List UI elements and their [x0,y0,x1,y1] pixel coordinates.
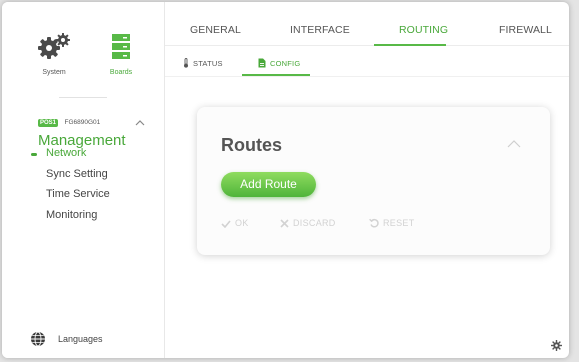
server-rack-icon [112,34,130,59]
active-nav-indicator [31,153,37,156]
nav-item-monitoring[interactable]: Monitoring [46,209,97,221]
nav-item-time-service[interactable]: Time Service [46,188,110,200]
reset-button[interactable]: RESET [369,218,415,228]
add-route-button[interactable]: Add Route [221,172,316,197]
chevron-up-icon[interactable] [507,139,521,148]
sidebar: System Boards POS1 FG6890G01 Management … [2,2,165,358]
gears-icon [38,33,70,59]
tab-routing[interactable]: ROUTING [399,24,448,36]
discard-label: DISCARD [293,218,336,228]
active-subtab-indicator [242,74,310,76]
subtab-status-label: STATUS [193,59,223,68]
boards-label: Boards [109,69,133,76]
device-badge: POS1 [38,118,59,127]
tab-firewall[interactable]: FIREWALL [499,24,552,36]
close-icon [280,219,289,228]
tab-interface[interactable]: INTERFACE [290,24,350,36]
routes-card: Routes Add Route OK DISCARD RESET [197,107,550,255]
boards-tile[interactable]: Boards [97,32,145,76]
undo-icon [369,218,379,228]
chevron-up-icon[interactable] [135,119,145,127]
nav-item-network[interactable]: Network [46,147,86,159]
app-window: System Boards POS1 FG6890G01 Management … [2,2,569,358]
reset-label: RESET [383,218,415,228]
thermometer-icon [184,58,188,68]
ok-label: OK [235,218,249,228]
subtab-config[interactable]: CONFIG [258,58,300,68]
tab-bar: GENERAL INTERFACE ROUTING FIREWALL [165,2,569,46]
main-panel: GENERAL INTERFACE ROUTING FIREWALL STATU… [165,2,569,358]
settings-gear-icon[interactable] [551,340,562,351]
subtab-config-label: CONFIG [270,59,301,68]
subtab-bar: STATUS CONFIG [165,46,569,77]
nav-item-sync-setting[interactable]: Sync Setting [46,168,108,180]
ok-button[interactable]: OK [221,218,249,229]
languages-label: Languages [58,334,103,344]
subtab-status[interactable]: STATUS [183,58,223,68]
app: System Boards POS1 FG6890G01 Management … [0,0,579,362]
sidebar-divider [59,97,107,98]
routes-title: Routes [221,135,283,155]
check-icon [221,220,231,229]
tab-general[interactable]: GENERAL [190,24,241,36]
globe-icon [31,331,45,347]
discard-button[interactable]: DISCARD [280,218,336,228]
system-label: System [42,69,66,76]
device-model: FG6890G01 [64,119,101,127]
system-tile[interactable]: System [30,32,78,76]
document-icon [258,58,266,68]
